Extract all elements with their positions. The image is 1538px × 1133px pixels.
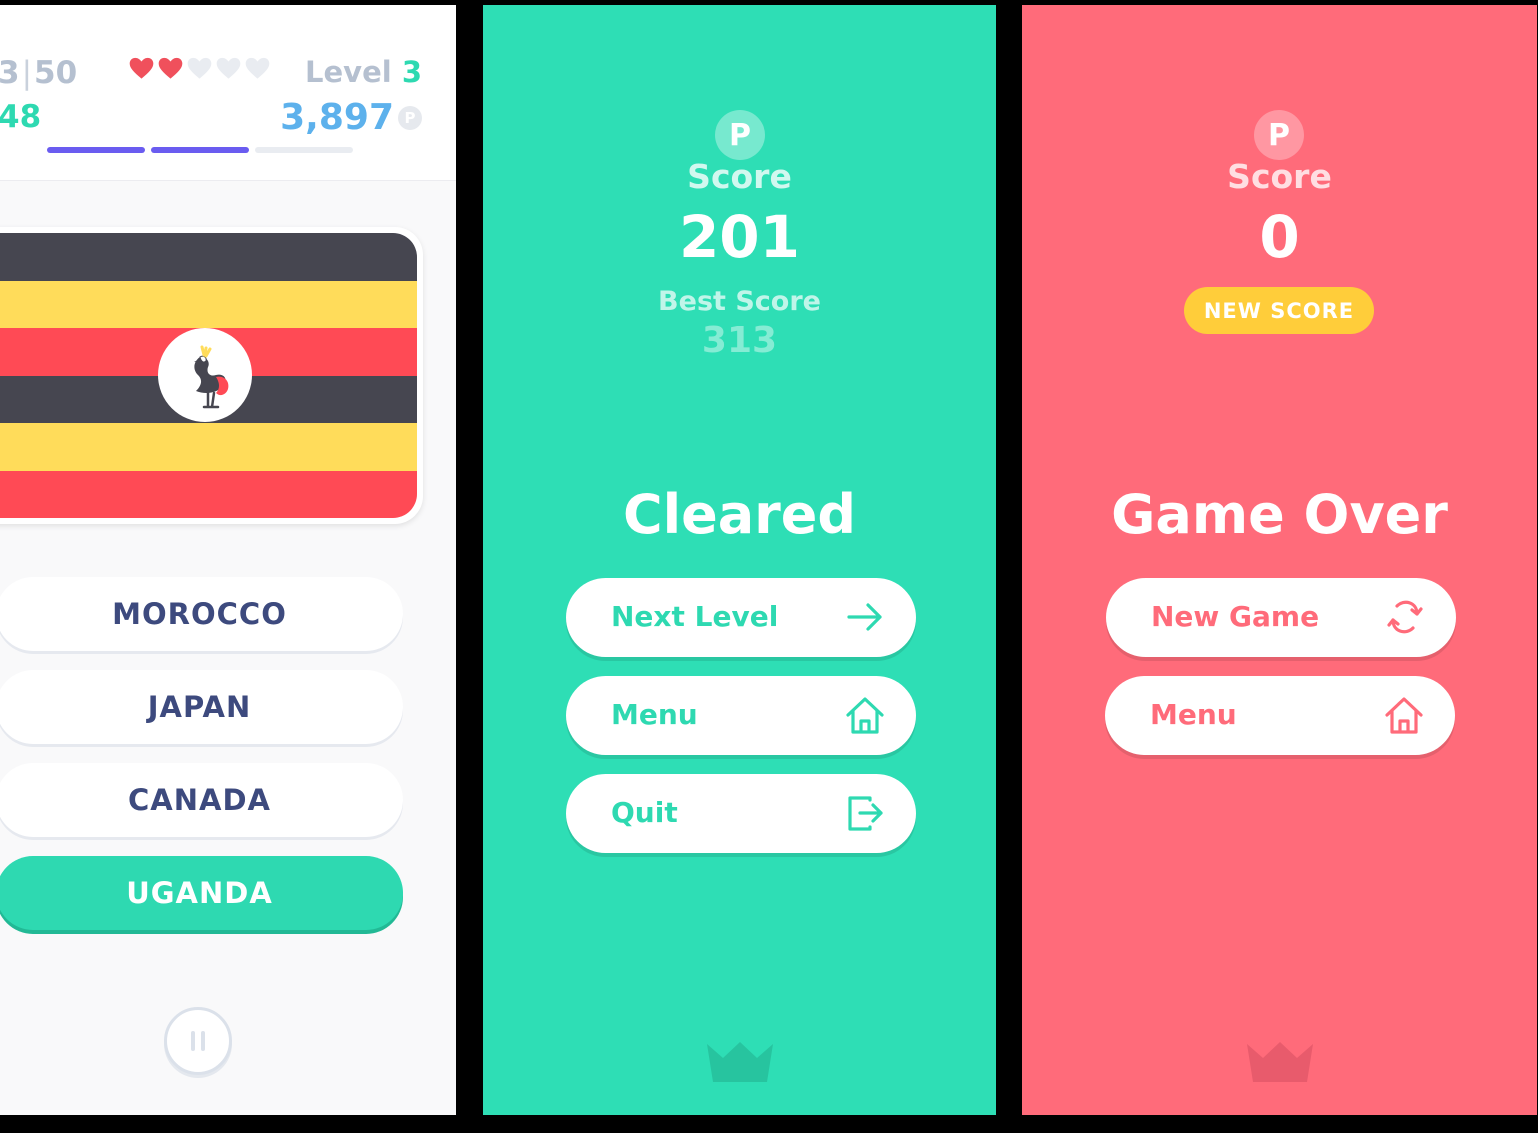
answer-option-canada[interactable]: CANADA — [0, 763, 403, 837]
streak-count: 48 — [0, 99, 42, 135]
new-game-button[interactable]: New Game — [1106, 578, 1456, 657]
question-progress: 3|50 — [0, 55, 78, 91]
heart-icon — [158, 57, 183, 79]
points-coin-icon: P — [398, 105, 422, 130]
menu-label: Menu — [611, 698, 698, 731]
best-score-label: Best Score — [658, 286, 821, 317]
pause-button[interactable] — [164, 1007, 232, 1075]
new-game-label: New Game — [1151, 600, 1320, 633]
best-score-value: 313 — [701, 320, 778, 361]
level-progress-segment — [47, 147, 145, 153]
crown-icon — [1247, 1042, 1313, 1082]
level-progress-segment — [255, 147, 353, 153]
exit-icon — [848, 796, 883, 831]
result-title: Cleared — [622, 483, 857, 546]
menu-button[interactable]: Menu — [566, 676, 916, 755]
answer-option-uganda[interactable]: UGANDA — [0, 856, 403, 930]
heart-icon — [187, 57, 212, 79]
crested-crane-icon — [158, 328, 252, 422]
result-title: Game Over — [1111, 483, 1448, 546]
points-coin-icon: P — [715, 110, 765, 160]
flag-stripe — [0, 470, 417, 518]
heart-icon — [129, 57, 154, 79]
new-score-badge: NEW SCORE — [1184, 287, 1374, 334]
arrow-right-icon — [847, 603, 882, 631]
level-indicator: Level 3 — [305, 55, 422, 89]
score-value: 0 — [1259, 203, 1300, 271]
pause-icon — [191, 1031, 205, 1051]
game-over-screen: P Score 0 NEW SCORE Game Over New Game M… — [1022, 5, 1537, 1115]
flag-stripe — [0, 423, 417, 471]
next-level-label: Next Level — [611, 600, 779, 633]
heart-icon — [245, 57, 270, 79]
points-value: 3,897 — [280, 97, 394, 138]
next-level-button[interactable]: Next Level — [566, 578, 916, 657]
home-icon — [1385, 697, 1423, 734]
points-total: 3,897 P — [280, 97, 422, 138]
uganda-flag-image — [0, 233, 417, 518]
flag-stripe — [0, 280, 417, 328]
score-value: 201 — [678, 203, 801, 271]
flag-card — [0, 227, 423, 524]
flag-stripe — [0, 233, 417, 281]
quiz-header: 3|50 48 Level 3 3,897 P — [0, 5, 456, 181]
heart-icon — [216, 57, 241, 79]
refresh-icon — [1387, 600, 1423, 634]
points-coin-icon: P — [1254, 110, 1304, 160]
score-label: Score — [687, 157, 792, 196]
menu-button[interactable]: Menu — [1105, 676, 1455, 755]
quit-label: Quit — [611, 796, 678, 829]
level-progress-segment — [151, 147, 249, 153]
level-cleared-screen: P Score 201 Best Score 313 Cleared Next … — [483, 5, 996, 1115]
score-label: Score — [1227, 157, 1332, 196]
crown-icon — [707, 1042, 773, 1082]
lives-hearts — [128, 55, 271, 82]
menu-label: Menu — [1150, 698, 1237, 731]
home-icon — [846, 697, 884, 734]
answer-option-japan[interactable]: JAPAN — [0, 670, 403, 744]
answer-option-morocco[interactable]: MOROCCO — [0, 577, 403, 651]
quit-button[interactable]: Quit — [566, 774, 916, 853]
quiz-screen: 3|50 48 Level 3 3,897 P MOROCCO JAPAN CA… — [0, 5, 456, 1115]
